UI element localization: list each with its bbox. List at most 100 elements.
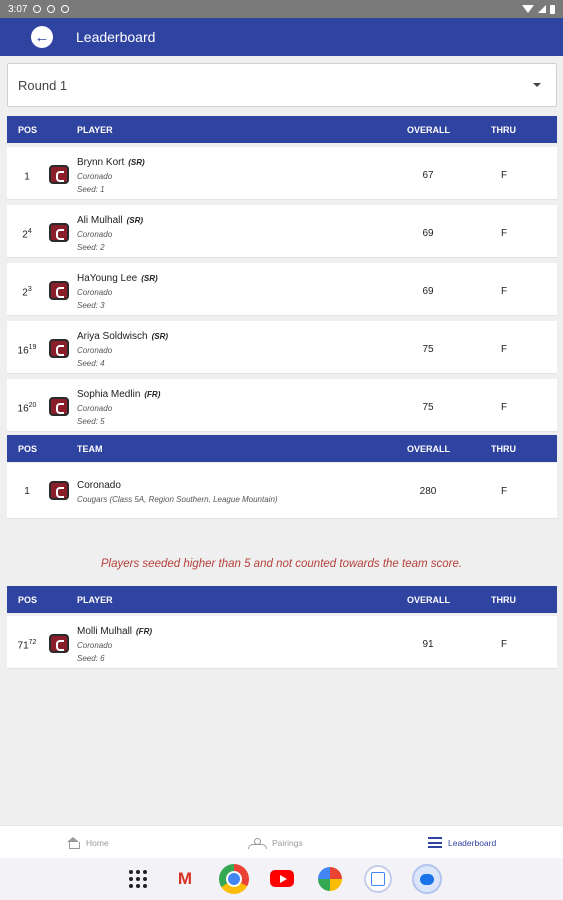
player-seed: Seed: 6 <box>77 654 105 663</box>
team-overall: 280 <box>419 486 437 497</box>
team-pos: 1 <box>24 486 30 497</box>
header-team: TEAM <box>77 444 103 454</box>
player-school: Coronado <box>77 230 113 239</box>
caret-down-icon <box>533 83 541 87</box>
team-name: Coronado <box>77 480 121 491</box>
notification-icon <box>33 5 42 13</box>
nav-pairings[interactable]: Pairings <box>248 826 303 859</box>
nav-home-label: Home <box>86 837 109 848</box>
player-overall: 75 <box>422 402 434 413</box>
pairings-icon <box>248 837 267 849</box>
team-logo-icon <box>49 339 69 358</box>
status-bar: 3:07 <box>0 0 563 18</box>
youtube-icon[interactable] <box>270 870 294 887</box>
back-button[interactable]: ← <box>31 26 53 48</box>
chrome-icon[interactable] <box>219 864 249 894</box>
header-overall: OVERALL <box>407 595 451 605</box>
player-overall: 75 <box>422 344 434 355</box>
player-name: Brynn Kort (SR) <box>77 157 145 168</box>
page-title: Leaderboard <box>76 29 156 45</box>
header-thru: THRU <box>491 125 516 135</box>
player-seed: Seed: 1 <box>77 185 105 194</box>
team-logo-icon <box>49 397 69 416</box>
system-dock: M <box>0 858 563 900</box>
player-school: Coronado <box>77 172 113 181</box>
header-overall: OVERALL <box>407 444 451 454</box>
header-pos: POS <box>18 444 38 454</box>
player-name: Ali Mulhall (SR) <box>77 215 144 226</box>
player-school: Coronado <box>77 404 113 413</box>
player-thru: F <box>500 639 508 650</box>
player-school: Coronado <box>77 346 113 355</box>
player-row[interactable]: 1620 Sophia Medlin (FR) Coronado Seed: 5 … <box>7 379 557 432</box>
home-icon <box>67 837 80 849</box>
player-seed: Seed: 5 <box>77 417 105 426</box>
status-time: 3:07 <box>8 3 28 15</box>
team-logo-icon <box>49 165 69 184</box>
team-table-header: POS TEAM OVERALL THRU <box>7 435 557 462</box>
player-pos: 1619 <box>17 344 37 357</box>
arrow-left-icon: ← <box>34 28 50 46</box>
player-thru: F <box>500 286 508 297</box>
nav-pairings-label: Pairings <box>272 837 303 848</box>
player-name: Ariya Soldwisch (SR) <box>77 331 169 342</box>
team-logo-icon <box>49 634 69 653</box>
player-row[interactable]: 23 HaYoung Lee (SR) Coronado Seed: 3 69 F <box>7 263 557 316</box>
player-thru: F <box>500 344 508 355</box>
wifi-icon <box>522 5 534 13</box>
player-seed: Seed: 3 <box>77 301 105 310</box>
team-row[interactable]: 1 Coronado Cougars (Class 5A, Region Sou… <box>7 463 557 519</box>
player-row[interactable]: 1619 Ariya Soldwisch (SR) Coronado Seed: … <box>7 321 557 374</box>
player-overall: 69 <box>422 286 434 297</box>
gmail-icon[interactable]: M <box>172 866 198 892</box>
header-thru: THRU <box>491 595 516 605</box>
messages-icon[interactable] <box>412 864 442 894</box>
extra-player-table-header: POS PLAYER OVERALL THRU <box>7 586 557 613</box>
player-overall: 67 <box>422 170 434 181</box>
header-player: PLAYER <box>77 125 113 135</box>
player-thru: F <box>500 228 508 239</box>
player-name: Molli Mulhall (FR) <box>77 626 153 637</box>
team-logo-icon <box>49 281 69 300</box>
round-select-value: Round 1 <box>18 77 68 93</box>
player-school: Coronado <box>77 641 113 650</box>
app-bar: ← Leaderboard <box>0 18 563 56</box>
signal-icon <box>538 5 546 13</box>
player-pos: 23 <box>22 286 32 299</box>
team-thru: F <box>500 486 508 497</box>
player-row[interactable]: 1 Brynn Kort (SR) Coronado Seed: 1 67 F <box>7 147 557 200</box>
player-name: Sophia Medlin (FR) <box>77 389 161 400</box>
nav-home[interactable]: Home <box>67 826 109 859</box>
player-pos: 1 <box>24 171 30 183</box>
header-overall: OVERALL <box>407 125 451 135</box>
seeding-note: Players seeded higher than 5 and not cou… <box>100 558 463 570</box>
battery-icon <box>550 4 555 14</box>
player-thru: F <box>500 402 508 413</box>
player-seed: Seed: 4 <box>77 359 105 368</box>
round-select[interactable]: Round 1 <box>7 63 557 107</box>
player-thru: F <box>500 170 508 181</box>
header-pos: POS <box>18 595 38 605</box>
nav-leaderboard[interactable]: Leaderboard <box>428 826 496 859</box>
leaderboard-icon <box>428 837 442 848</box>
calendar-icon[interactable] <box>364 865 392 893</box>
header-player: PLAYER <box>77 595 113 605</box>
header-pos: POS <box>18 125 38 135</box>
player-row[interactable]: 24 Ali Mulhall (SR) Coronado Seed: 2 69 F <box>7 205 557 258</box>
player-overall: 91 <box>422 639 434 650</box>
sync-icon <box>61 5 70 13</box>
player-pos: 24 <box>22 228 32 241</box>
header-thru: THRU <box>491 444 516 454</box>
team-logo-icon <box>49 481 69 500</box>
player-row[interactable]: 7172 Molli Mulhall (FR) Coronado Seed: 6 … <box>7 616 557 669</box>
player-name: HaYoung Lee (SR) <box>77 273 158 284</box>
player-seed: Seed: 2 <box>77 243 105 252</box>
player-pos: 7172 <box>17 639 37 652</box>
nav-leaderboard-label: Leaderboard <box>448 837 497 848</box>
team-details: Cougars (Class 5A, Region Southern, Leag… <box>77 495 278 504</box>
bottom-nav: Home Pairings Leaderboard <box>0 825 563 858</box>
player-overall: 69 <box>422 228 434 239</box>
player-table-header: POS PLAYER OVERALL THRU <box>7 116 557 143</box>
photos-icon[interactable] <box>318 867 342 891</box>
app-drawer-icon[interactable] <box>129 870 147 888</box>
